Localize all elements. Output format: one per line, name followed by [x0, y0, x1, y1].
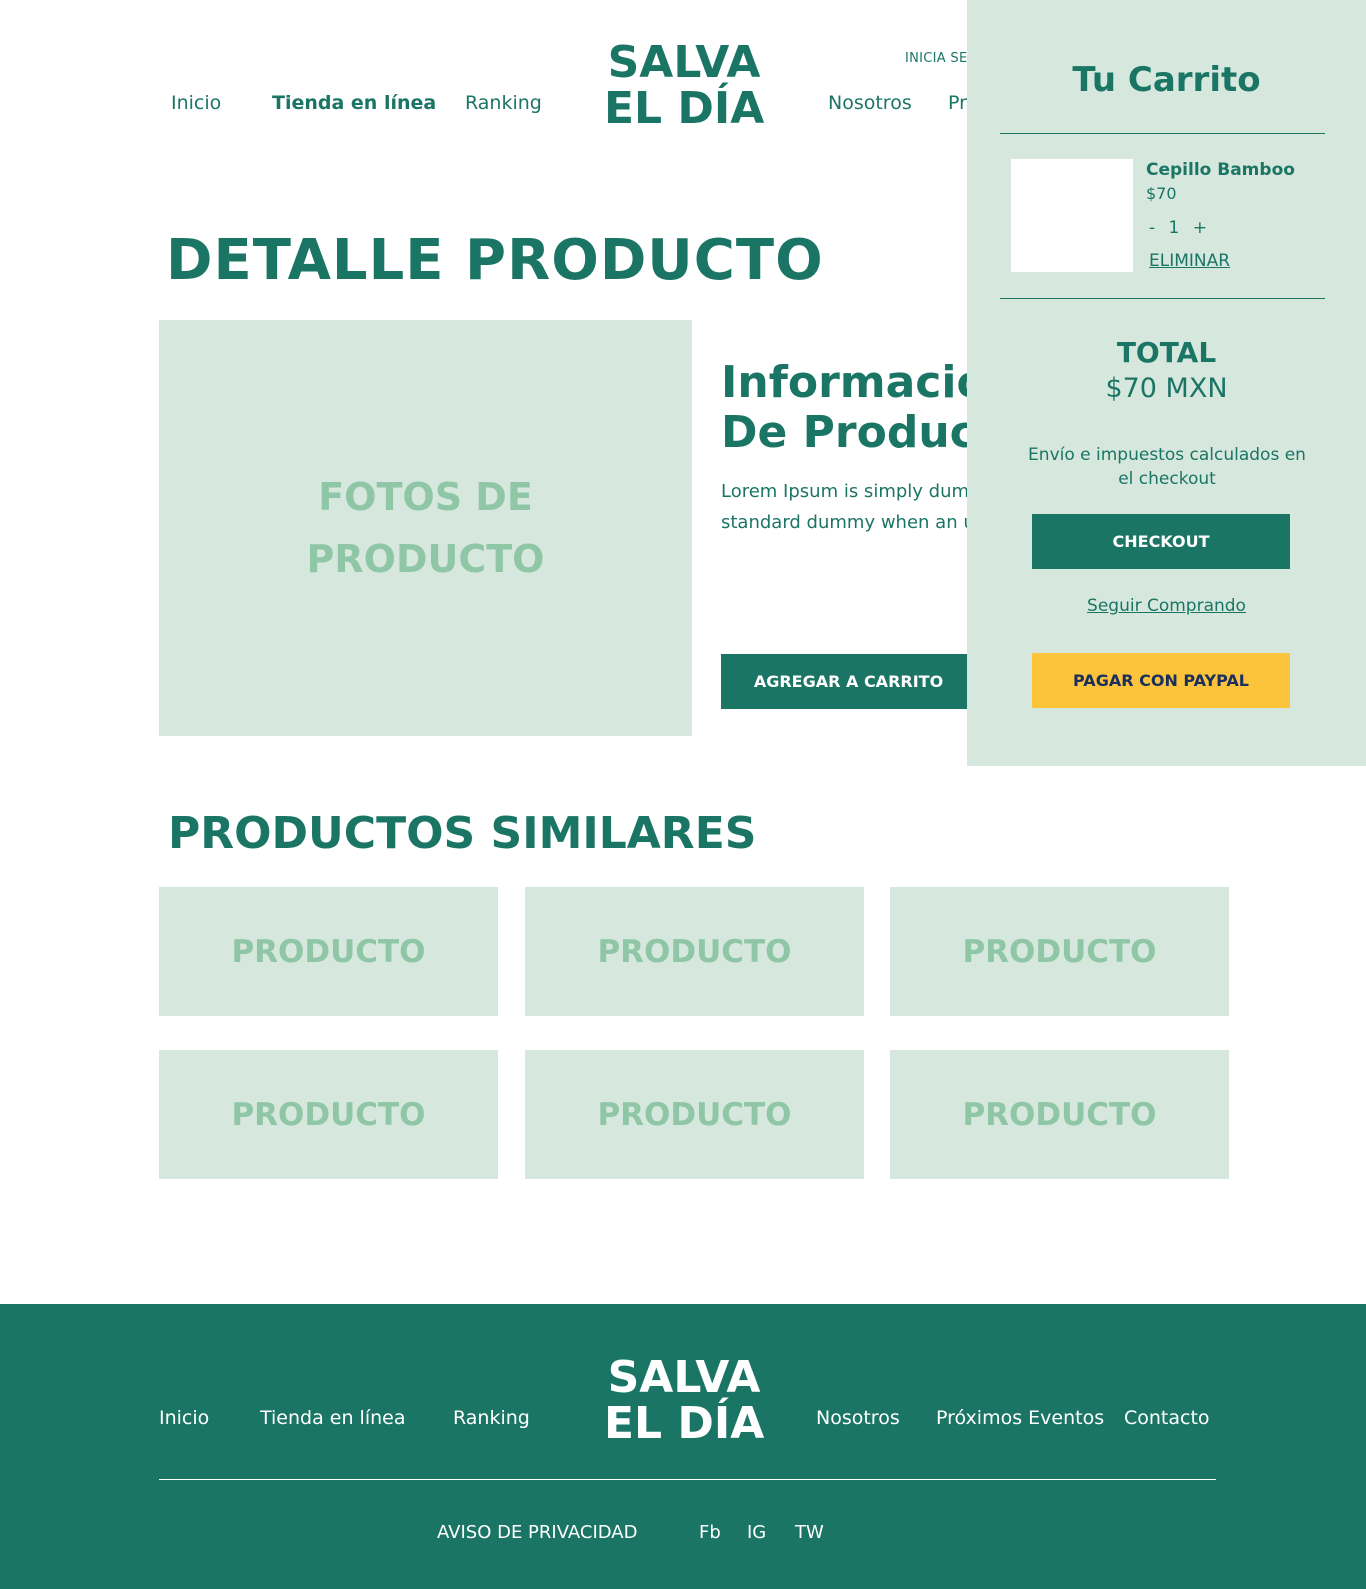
- logo-line1: SALVA: [607, 37, 761, 88]
- instagram-link[interactable]: IG: [747, 1522, 766, 1543]
- nav-proximos[interactable]: Pr: [948, 92, 967, 114]
- checkout-button[interactable]: CHECKOUT: [1032, 514, 1290, 569]
- add-to-cart-button[interactable]: AGREGAR A CARRITO: [721, 654, 976, 709]
- product-card[interactable]: PRODUCTO: [525, 887, 864, 1016]
- product-card[interactable]: PRODUCTO: [159, 1050, 498, 1179]
- site-footer: Inicio Tienda en línea Ranking SALVA EL …: [0, 1304, 1366, 1589]
- product-card[interactable]: PRODUCTO: [159, 887, 498, 1016]
- footer-nav-eventos[interactable]: Próximos Eventos: [936, 1407, 1104, 1429]
- nav-ranking[interactable]: Ranking: [465, 92, 542, 114]
- product-card-label: PRODUCTO: [597, 1096, 792, 1133]
- cart-divider: [1000, 298, 1325, 299]
- product-card[interactable]: PRODUCTO: [890, 1050, 1229, 1179]
- product-card-label: PRODUCTO: [597, 933, 792, 970]
- continue-shopping-link[interactable]: Seguir Comprando: [967, 596, 1366, 616]
- cart-item-price: $70: [1146, 184, 1177, 203]
- product-card-label: PRODUCTO: [962, 933, 1157, 970]
- nav-inicio[interactable]: Inicio: [171, 92, 221, 114]
- increase-quantity-button[interactable]: +: [1193, 218, 1207, 238]
- footer-logo-line1: SALVA: [607, 1352, 761, 1403]
- decrease-quantity-button[interactable]: -: [1149, 218, 1155, 238]
- total-label: TOTAL: [1116, 336, 1217, 369]
- footer-nav-nosotros[interactable]: Nosotros: [816, 1407, 900, 1429]
- cart-item-name: Cepillo Bamboo: [1146, 160, 1295, 180]
- footer-nav-ranking[interactable]: Ranking: [453, 1407, 530, 1429]
- remove-item-link[interactable]: ELIMINAR: [1149, 251, 1230, 271]
- nav-tienda[interactable]: Tienda en línea: [272, 92, 436, 114]
- cart-item-image: [1011, 159, 1133, 272]
- quantity-value: 1: [1168, 218, 1180, 238]
- login-link[interactable]: INICIA SES: [905, 51, 976, 66]
- cart-title: Tu Carrito: [1072, 60, 1261, 100]
- footer-nav-tienda[interactable]: Tienda en línea: [260, 1407, 405, 1429]
- twitter-link[interactable]: TW: [795, 1522, 824, 1543]
- paypal-button[interactable]: PAGAR CON PAYPAL: [1032, 653, 1290, 708]
- shipping-note: Envío e impuestos calculados en el check…: [1028, 445, 1306, 489]
- site-logo[interactable]: SALVA EL DÍA: [604, 40, 764, 132]
- product-card-label: PRODUCTO: [231, 1096, 426, 1133]
- quantity-stepper: - 1 +: [1149, 218, 1215, 238]
- footer-divider: [159, 1479, 1216, 1480]
- cart-divider: [1000, 133, 1325, 134]
- footer-nav-contacto[interactable]: Contacto: [1124, 1407, 1210, 1429]
- product-card-label: PRODUCTO: [962, 1096, 1157, 1133]
- cart-drawer: Tu Carrito Cepillo Bamboo $70 - 1 + ELIM…: [967, 0, 1366, 766]
- facebook-link[interactable]: Fb: [699, 1522, 721, 1543]
- nav-nosotros[interactable]: Nosotros: [828, 92, 912, 114]
- logo-line2: EL DÍA: [604, 83, 765, 134]
- product-card[interactable]: PRODUCTO: [525, 1050, 864, 1179]
- footer-nav-inicio[interactable]: Inicio: [159, 1407, 209, 1429]
- product-card-label: PRODUCTO: [231, 933, 426, 970]
- footer-logo[interactable]: SALVA EL DÍA: [604, 1355, 764, 1447]
- page-title: DETALLE PRODUCTO: [166, 228, 824, 293]
- product-photo: FOTOS DE PRODUCTO: [159, 320, 692, 736]
- total-value: $70 MXN: [1105, 373, 1228, 404]
- privacy-link[interactable]: AVISO DE PRIVACIDAD: [437, 1522, 637, 1543]
- footer-logo-line2: EL DÍA: [604, 1398, 765, 1449]
- similar-products-title: PRODUCTOS SIMILARES: [168, 808, 757, 859]
- product-card[interactable]: PRODUCTO: [890, 887, 1229, 1016]
- photo-placeholder-label: FOTOS DE PRODUCTO: [306, 475, 545, 581]
